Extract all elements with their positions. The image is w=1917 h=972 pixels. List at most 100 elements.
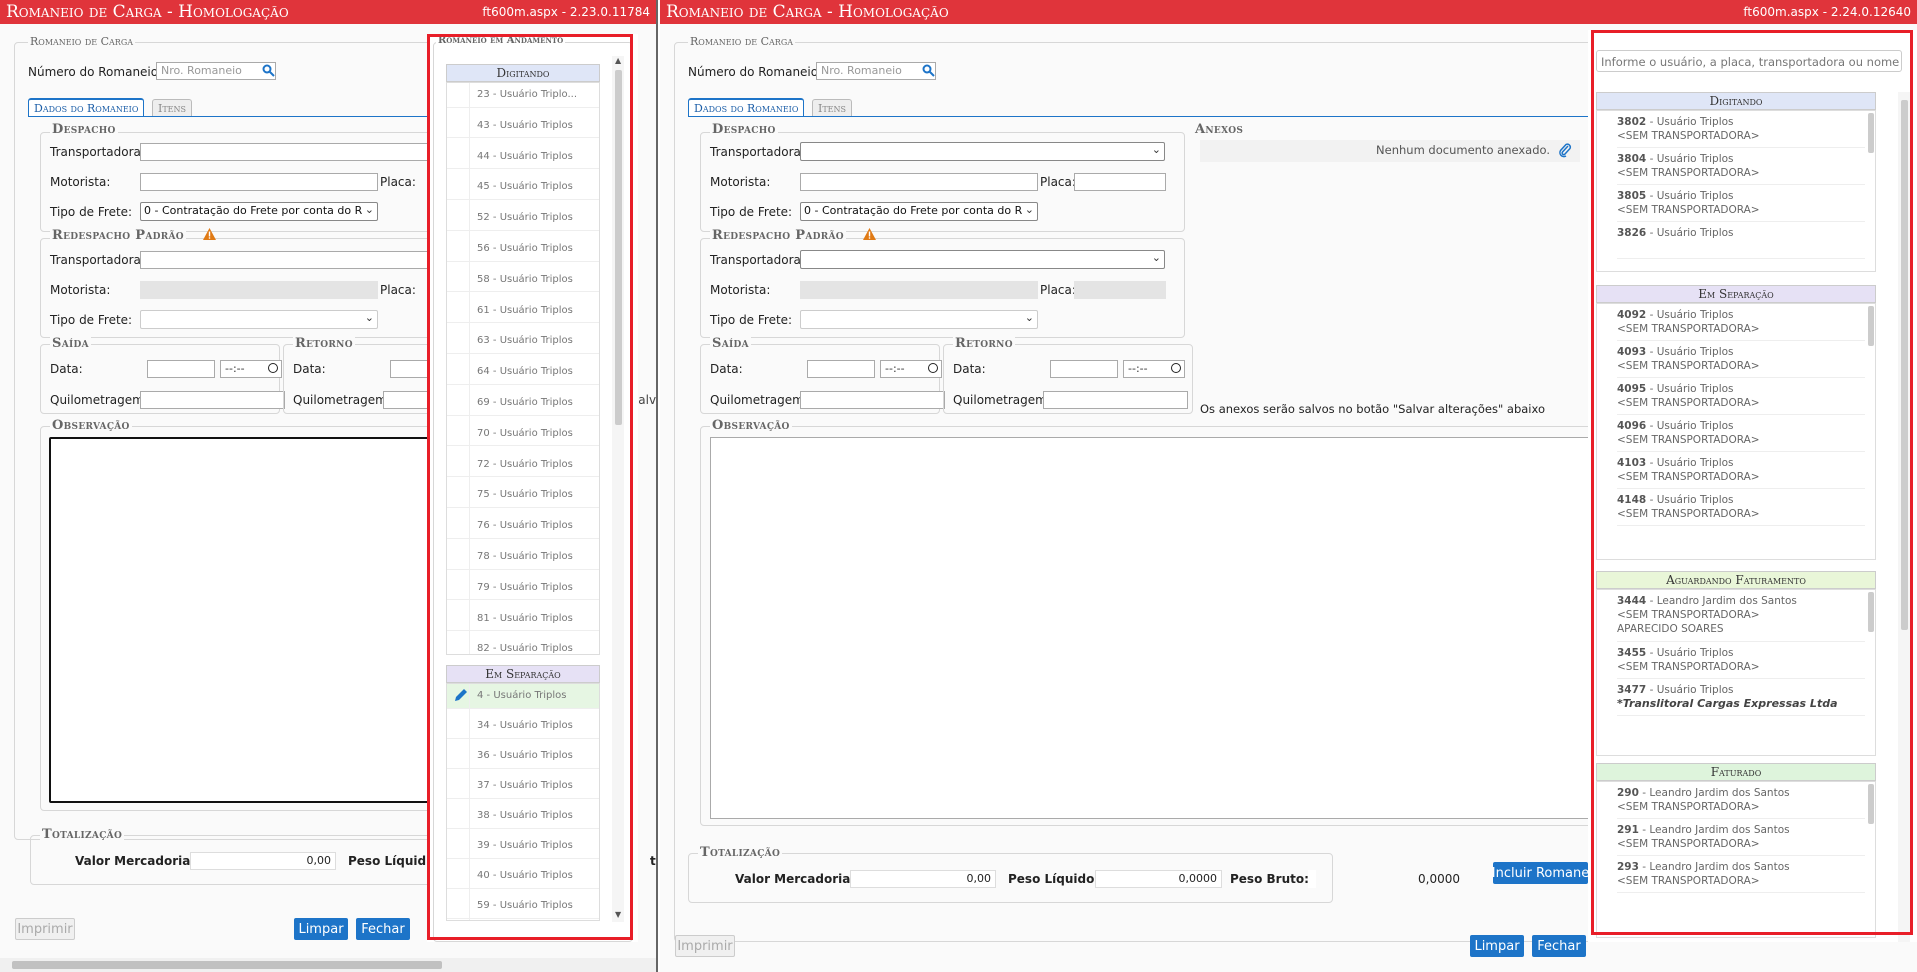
time-placeholder: --:--	[885, 362, 905, 375]
right-window: Romaneio de Carga - Homologação ft600m.a…	[660, 0, 1917, 972]
right-saida-title: Saída	[710, 336, 751, 351]
left-observacao-textarea[interactable]	[49, 437, 449, 803]
left-te-fragment: te	[650, 854, 656, 868]
right-tipo-frete-select[interactable]: 0 - Contratação do Frete por conta do R ⌄	[800, 202, 1038, 221]
right-saida-data-label: Data:	[710, 362, 743, 376]
right-section-title: Romaneio de Carga	[688, 35, 796, 48]
left-saida-data-label: Data:	[50, 362, 83, 376]
left-retorno-data-label: Data:	[293, 362, 326, 376]
left-tipo-frete-select[interactable]: 0 - Contratação do Frete por conta do R ⌄	[140, 202, 378, 221]
right-saida-date-input[interactable]	[807, 360, 875, 378]
incluir-romaneio-button[interactable]: Incluir Romane	[1492, 862, 1589, 884]
search-icon[interactable]	[922, 64, 935, 80]
left-redesp-transportadora-input[interactable]	[140, 251, 440, 269]
left-saida-time-input[interactable]: --:--	[220, 360, 282, 378]
right-anexos-row: Nenhum documento anexado.	[1200, 140, 1580, 162]
left-retorno-date-input[interactable]	[390, 360, 430, 378]
left-fechar-button[interactable]: Fechar	[356, 918, 410, 940]
right-numero-input[interactable]: Nro. Romaneio	[816, 62, 936, 80]
left-numero-input[interactable]: Nro. Romaneio	[156, 62, 276, 80]
clock-icon	[928, 363, 938, 373]
right-saida-km-input[interactable]	[800, 391, 945, 409]
left-numero-label: Número do Romaneio:	[28, 65, 163, 79]
right-numero-label: Número do Romaneio:	[688, 65, 823, 79]
right-retorno-title: Retorno	[953, 336, 1015, 351]
left-tab-dados[interactable]: Dados do Romaneio	[28, 98, 145, 116]
paperclip-icon[interactable]	[1558, 142, 1572, 161]
chevron-down-icon: ⌄	[1024, 203, 1034, 216]
left-placa-label: Placa:	[380, 175, 416, 189]
right-page-title: Romaneio de Carga - Homologação	[666, 2, 949, 22]
right-tipo-frete-value: 0 - Contratação do Frete por conta do R	[804, 204, 1023, 217]
right-nenhum-documento: Nenhum documento anexado.	[1376, 143, 1550, 157]
right-totalizacao-title: Totalização	[698, 845, 783, 860]
warning-icon	[863, 228, 876, 243]
left-tab-itens[interactable]: Itens	[152, 99, 193, 117]
left-redesp-tipo-frete-label: Tipo de Frete:	[50, 313, 133, 327]
left-motorista-input[interactable]	[140, 173, 378, 191]
left-valor-label: Valor Mercadorias:	[75, 854, 203, 868]
chevron-down-icon: ⌄	[364, 311, 374, 324]
right-redesp-transportadora-select[interactable]: ⌄	[800, 250, 1165, 269]
right-saida-time-input[interactable]: --:--	[880, 360, 942, 378]
chevron-down-icon: ⌄	[364, 203, 374, 216]
right-title-bar: Romaneio de Carga - Homologação ft600m.a…	[660, 0, 1917, 24]
left-page-title: Romaneio de Carga - Homologação	[6, 2, 289, 22]
right-retorno-km-input[interactable]	[1043, 391, 1188, 409]
right-tab-dados[interactable]: Dados do Romaneio	[688, 98, 805, 116]
left-tipo-frete-value: 0 - Contratação do Frete por conta do R	[144, 204, 363, 217]
right-imprimir-button[interactable]: Imprimir	[675, 935, 735, 957]
right-redesp-placa-label: Placa:	[1040, 283, 1076, 297]
left-imprimir-button[interactable]: Imprimir	[15, 918, 75, 940]
right-peso-liquido-value: 0,0000	[1095, 870, 1222, 888]
left-saida-date-input[interactable]	[147, 360, 215, 378]
left-saida-km-input[interactable]	[140, 391, 285, 409]
right-anexos-title: Anexos	[1195, 122, 1244, 137]
left-redespacho-title: Redespacho Padrão	[50, 228, 186, 243]
left-highlight-frame	[427, 34, 633, 940]
right-transportadora-label: Transportadora:	[710, 145, 805, 159]
left-title-bar: Romaneio de Carga - Homologação ft600m.a…	[0, 0, 656, 24]
right-placa-label: Placa:	[1040, 175, 1076, 189]
left-retorno-km-input[interactable]	[383, 391, 433, 409]
chevron-down-icon: ⌄	[1151, 251, 1161, 264]
left-limpar-button[interactable]: Limpar	[294, 918, 348, 940]
left-saida-km-label: Quilometragem:	[50, 393, 148, 407]
left-valor-value: 0,00	[190, 852, 336, 870]
left-redesp-motorista-input	[140, 281, 378, 299]
right-peso-bruto-spacer	[1308, 870, 1316, 888]
right-peso-bruto-label: Peso Bruto:	[1230, 872, 1309, 886]
left-redesp-motorista-label: Motorista:	[50, 283, 111, 297]
right-redesp-motorista-label: Motorista:	[710, 283, 771, 297]
right-retorno-date-input[interactable]	[1050, 360, 1118, 378]
time-placeholder: --:--	[225, 362, 245, 375]
left-despacho-title: Despacho	[50, 122, 118, 137]
right-redesp-transportadora-label: Transportadora:	[710, 253, 805, 267]
right-observacao-title: Observação	[710, 418, 792, 433]
left-retorno-km-label: Quilometragem:	[293, 393, 391, 407]
search-icon[interactable]	[262, 64, 275, 80]
left-totalizacao-title: Totalização	[40, 827, 125, 842]
left-redesp-transportadora-label: Transportadora:	[50, 253, 145, 267]
left-tipo-frete-label: Tipo de Frete:	[50, 205, 133, 219]
right-tab-itens[interactable]: Itens	[812, 99, 853, 117]
right-retorno-km-label: Quilometragem:	[953, 393, 1051, 407]
right-valor-value: 0,00	[850, 870, 996, 888]
right-retorno-time-input[interactable]: --:--	[1123, 360, 1185, 378]
right-motorista-input[interactable]	[800, 173, 1038, 191]
clock-icon	[268, 363, 278, 373]
right-fechar-button[interactable]: Fechar	[1532, 935, 1586, 957]
left-redesp-tipo-frete-select: ⌄	[140, 310, 378, 329]
left-transportadora-input[interactable]	[140, 143, 440, 161]
right-redesp-placa-input	[1074, 281, 1166, 299]
right-transportadora-select[interactable]: ⌄	[800, 142, 1165, 161]
left-window: Romaneio de Carga - Homologação ft600m.a…	[0, 0, 658, 972]
left-scrollbar-thumb[interactable]	[12, 961, 442, 969]
left-redesp-placa-label: Placa:	[380, 283, 416, 297]
right-limpar-button[interactable]: Limpar	[1470, 935, 1524, 957]
left-tab-underline	[28, 116, 428, 117]
right-placa-input[interactable]	[1074, 173, 1166, 191]
right-redesp-tipo-frete-label: Tipo de Frete:	[710, 313, 793, 327]
time-placeholder: --:--	[1128, 362, 1148, 375]
right-anexos-note: Os anexos serão salvos no botão "Salvar …	[1200, 402, 1545, 416]
